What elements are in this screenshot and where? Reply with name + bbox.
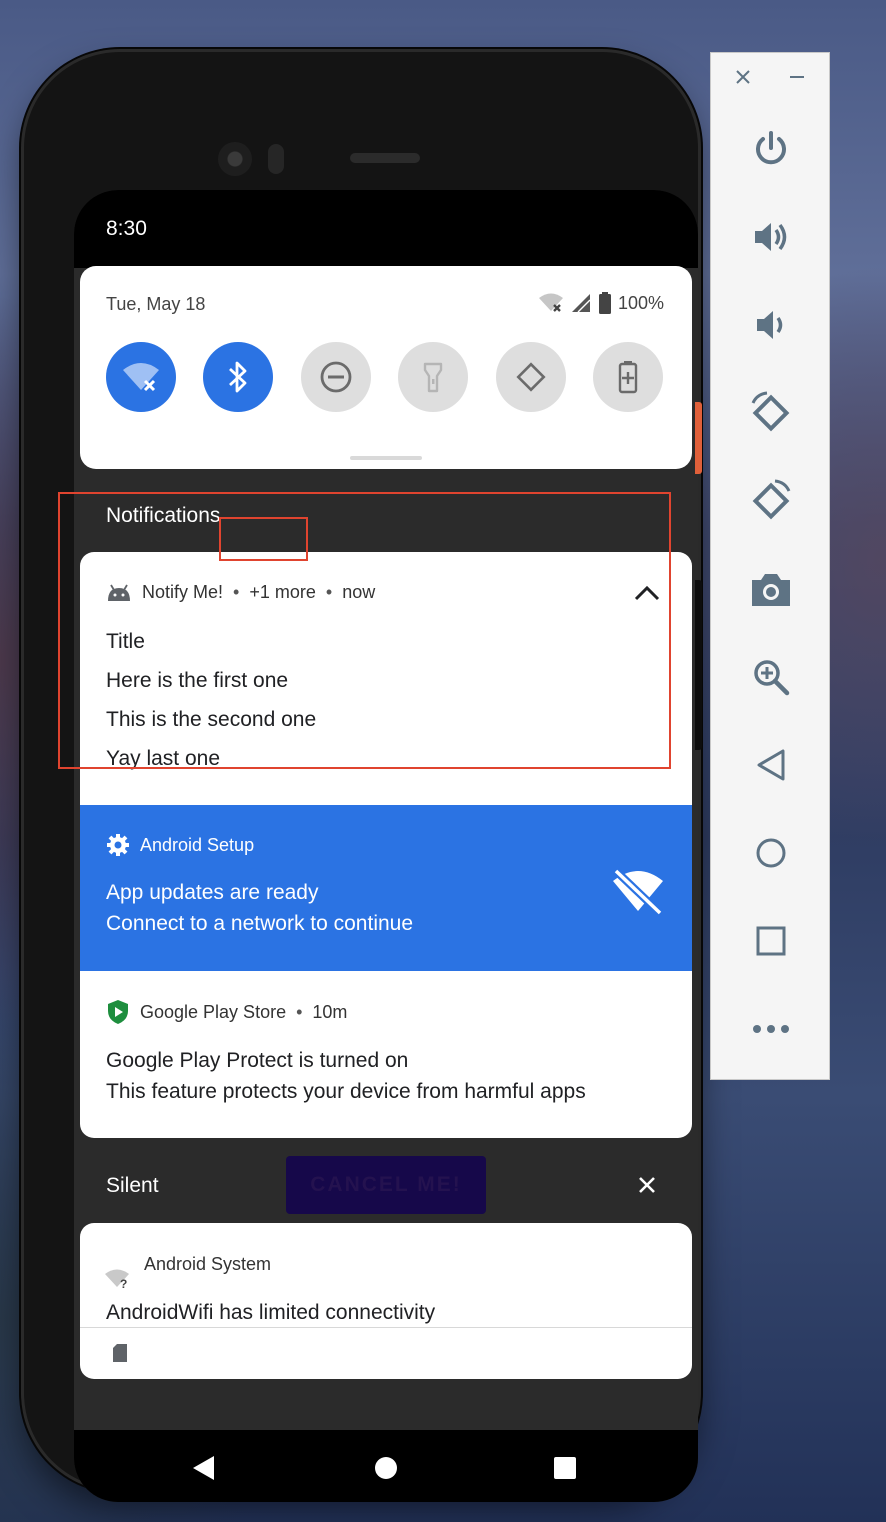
minimize-icon[interactable] — [789, 69, 805, 85]
volume-up-button[interactable] — [745, 211, 797, 263]
more-horizontal-icon — [753, 1025, 789, 1033]
rotate-left-icon — [751, 391, 790, 432]
back-button[interactable] — [192, 1455, 216, 1481]
home-button[interactable] — [374, 1456, 398, 1480]
do-not-disturb-icon — [320, 361, 352, 393]
camera-icon — [752, 574, 790, 606]
wifi-tile[interactable] — [106, 342, 176, 412]
close-icon[interactable] — [636, 1174, 658, 1196]
wifi-off-icon — [123, 363, 159, 392]
auto-rotate-tile[interactable] — [496, 342, 566, 412]
qs-status-icons: 100% — [538, 292, 664, 314]
silent-heading: Silent — [106, 1174, 159, 1197]
status-bar: 8:30 — [74, 190, 698, 268]
play-store-text: This feature protects your device from h… — [106, 1080, 586, 1103]
emulator-toolbar — [710, 52, 830, 1080]
svg-text:?: ? — [120, 1277, 127, 1289]
play-store-notification[interactable]: Google Play Store • 10m Google Play Prot… — [80, 971, 692, 1138]
wifi-off-icon — [613, 868, 663, 915]
phone-screen: 8:30 Tue, May 18 100% Notifications Noti… — [74, 190, 698, 1502]
play-store-header: Google Play Store • 10m — [106, 999, 347, 1025]
status-time: 8:30 — [106, 217, 147, 240]
battery-icon — [598, 292, 611, 314]
play-protect-shield-icon — [108, 1000, 128, 1024]
volume-side-button — [695, 580, 702, 750]
android-setup-text: Connect to a network to continue — [106, 912, 414, 935]
navigation-bar — [74, 1430, 698, 1502]
do-not-disturb-tile[interactable] — [301, 342, 371, 412]
power-button[interactable] — [745, 123, 797, 175]
battery-saver-icon — [618, 361, 638, 394]
notify-me-highlight — [58, 492, 671, 769]
battery-percent: 100% — [617, 292, 664, 313]
back-triangle-icon — [757, 749, 785, 781]
phone-frame: 8:30 Tue, May 18 100% Notifications Noti… — [24, 52, 698, 1502]
flashlight-icon — [423, 362, 443, 393]
divider — [80, 1327, 692, 1328]
cancel-me-button[interactable]: CANCEL ME! — [286, 1156, 486, 1214]
cell-signal-icon — [571, 294, 591, 313]
toolbar-window-controls — [711, 69, 829, 85]
recents-button[interactable] — [553, 1456, 577, 1480]
android-setup-header: Android Setup — [106, 833, 254, 857]
home-button[interactable] — [745, 827, 797, 879]
wifi-off-icon — [538, 293, 563, 312]
close-icon[interactable] — [735, 69, 751, 85]
android-system-title: AndroidWifi has limited connectivity — [106, 1301, 436, 1324]
android-system-app-name: Android System — [144, 1254, 272, 1274]
auto-rotate-icon — [515, 362, 547, 392]
rotate-right-button[interactable] — [745, 475, 797, 527]
home-circle-icon — [756, 838, 786, 868]
sd-card-icon — [113, 1344, 127, 1362]
android-system-notification[interactable]: ? Android System AndroidWifi has limited… — [80, 1223, 692, 1379]
bluetooth-icon — [229, 361, 247, 393]
power-icon — [756, 131, 786, 165]
android-setup-app-name: Android Setup — [140, 834, 255, 855]
quick-settings-panel: Tue, May 18 100% — [80, 266, 692, 469]
wifi-question-icon: ? — [105, 1269, 129, 1289]
play-store-time: 10m — [312, 1001, 348, 1022]
android-setup-title: App updates are ready — [106, 881, 319, 904]
gear-icon — [107, 834, 129, 856]
earpiece-speaker — [350, 153, 420, 163]
play-store-app-name: Google Play Store — [140, 1001, 287, 1022]
battery-saver-tile[interactable] — [593, 342, 663, 412]
volume-down-icon — [757, 311, 783, 339]
power-side-button — [695, 402, 702, 474]
qs-date: Tue, May 18 — [106, 294, 206, 314]
zoom-in-icon — [754, 660, 790, 696]
play-store-title: Google Play Protect is turned on — [106, 1049, 409, 1072]
rotate-left-button[interactable] — [745, 387, 797, 439]
back-button[interactable] — [745, 739, 797, 791]
front-camera — [218, 142, 252, 176]
more-count-highlight — [219, 517, 308, 561]
flashlight-tile[interactable] — [398, 342, 468, 412]
rotate-right-icon — [752, 479, 791, 520]
volume-down-button[interactable] — [745, 299, 797, 351]
separator-dot: • — [296, 1001, 303, 1022]
android-setup-notification[interactable]: Android Setup App updates are ready Conn… — [80, 805, 692, 971]
overview-button[interactable] — [745, 915, 797, 967]
more-button[interactable] — [745, 1003, 797, 1055]
proximity-sensor — [268, 144, 284, 174]
volume-up-icon — [755, 223, 787, 251]
bluetooth-tile[interactable] — [203, 342, 273, 412]
zoom-button[interactable] — [745, 651, 797, 703]
qs-drag-handle[interactable] — [350, 456, 422, 460]
screenshot-button[interactable] — [745, 563, 797, 615]
overview-square-icon — [756, 926, 786, 956]
